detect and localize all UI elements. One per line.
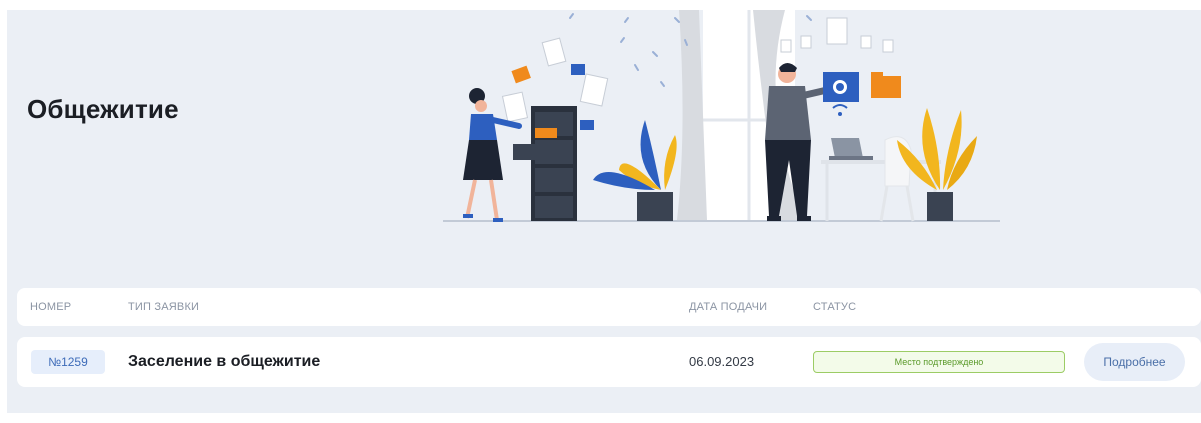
request-number-badge: №1259 [31, 350, 105, 374]
office-documents-illustration [443, 10, 1000, 222]
column-header-number: НОМЕР [30, 301, 72, 313]
request-date: 06.09.2023 [689, 354, 755, 369]
column-header-date: ДАТА ПОДАЧИ [689, 301, 768, 313]
details-button[interactable]: Подробнее [1084, 343, 1185, 381]
page-title: Общежитие [27, 94, 179, 124]
table-row: №1259 Заселение в общежитие 06.09.2023 М… [17, 337, 1201, 387]
column-header-type: ТИП ЗАЯВКИ [128, 301, 200, 313]
column-header-status: СТАТУС [813, 301, 857, 313]
table-header: НОМЕР ТИП ЗАЯВКИ ДАТА ПОДАЧИ СТАТУС [17, 288, 1201, 326]
status-badge: Место подтверждено [813, 351, 1065, 373]
request-type: Заселение в общежитие [128, 353, 321, 370]
